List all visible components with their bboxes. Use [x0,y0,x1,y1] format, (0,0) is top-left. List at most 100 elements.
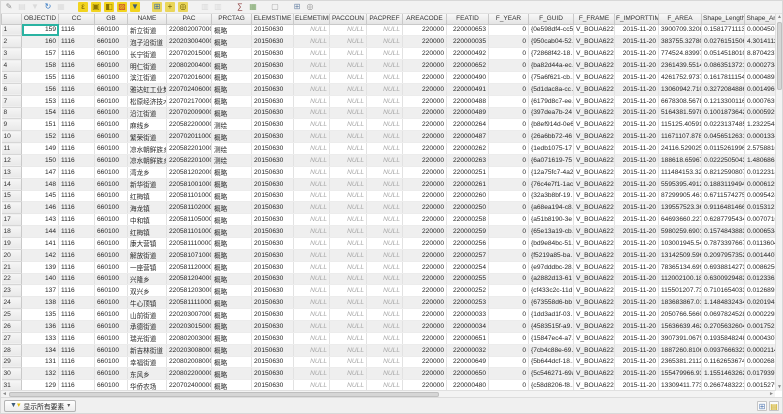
cell-pac[interactable]: 220203008000 [167,344,212,356]
cell-cc[interactable]: 1116 [59,154,95,166]
cell-gb[interactable]: 660100 [95,178,128,190]
cell-pacpref[interactable]: NULL [367,83,403,95]
column-header-shape_ar[interactable]: Shape_Ar [745,14,776,24]
column-header-gb[interactable]: GB [95,14,128,24]
cell-elemstime[interactable]: 20150630 [252,154,294,166]
cell-paccoun[interactable]: NULL [330,237,367,249]
cell-areacode[interactable]: 220000 [403,226,447,238]
cell-objectid[interactable]: 151 [22,119,59,131]
row-number[interactable]: 6 [2,83,22,95]
row-number[interactable]: 7 [2,95,22,107]
cell-f_frame[interactable]: V_BOUA6220… [574,178,615,190]
row-number[interactable]: 23 [2,285,22,297]
cell-f_guid[interactable]: {6179d8c7-ee… [529,95,574,107]
invert-selection-icon[interactable]: ◧ [104,2,114,12]
cell-f_area[interactable]: 183683867.01… [659,297,702,309]
cell-paccoun[interactable]: NULL [330,261,367,273]
cell-f_importtime[interactable]: 2015-11-20 [615,226,659,238]
cell-f_year[interactable]: 0 [489,48,529,60]
cell-prctag[interactable]: 概略 [212,95,252,107]
cell-pacpref[interactable]: NULL [367,297,403,309]
cell-prctag[interactable]: 概略 [212,320,252,332]
cell-pac[interactable]: 220581101000 [167,190,212,202]
cell-areacode[interactable]: 220000 [403,131,447,143]
cell-objectid[interactable]: 146 [22,202,59,214]
cell-f_year[interactable]: 0 [489,119,529,131]
cell-f_importtime[interactable]: 2015-11-20 [615,154,659,166]
cell-pacpref[interactable]: NULL [367,36,403,48]
column-header-f_frame[interactable]: F_FRAME [574,14,615,24]
cell-name[interactable]: 明仁街道 [128,60,167,72]
cell-shape_ar[interactable]: 0.00048982 [745,71,776,83]
cell-shape_ar[interactable]: 0.00076397 [745,95,776,107]
cell-f_guid[interactable]: {12a75fc7-4a2… [529,166,574,178]
cell-f_importtime[interactable]: 2015-11-20 [615,237,659,249]
column-header-areacode[interactable]: AREACODE [403,14,447,24]
cell-elemstime[interactable]: 20150630 [252,226,294,238]
cell-f_frame[interactable]: V_BOUA6220… [574,297,615,309]
cell-featid[interactable]: 220000257 [447,249,489,261]
cell-cc[interactable]: 1116 [59,285,95,297]
cell-cc[interactable]: 1116 [59,332,95,344]
cell-featid[interactable]: 220000264 [447,119,489,131]
cell-featid[interactable]: 220000256 [447,237,489,249]
cell-prctag[interactable]: 测绘 [212,119,252,131]
cell-name[interactable]: 山前街道 [128,309,167,321]
cell-shape_ar[interactable]: 0.00152795 [745,380,776,390]
cell-elemstime[interactable]: 20150630 [252,71,294,83]
cell-shape_ar[interactable]: 8.87042379 [745,48,776,60]
cell-f_year[interactable]: 0 [489,83,529,95]
cell-f_area[interactable]: 115501207.73… [659,285,702,297]
cell-paccoun[interactable]: NULL [330,202,367,214]
cell-f_year[interactable]: 0 [489,131,529,143]
cell-elemstime[interactable]: 20150630 [252,60,294,72]
cell-paccoun[interactable]: NULL [330,309,367,321]
cell-paccoun[interactable]: NULL [330,320,367,332]
cell-f_frame[interactable]: V_BOUA6220… [574,154,615,166]
cell-gb[interactable]: 660100 [95,154,128,166]
cell-elemetime[interactable]: NULL [294,95,330,107]
cell-pac[interactable]: 220203004000 [167,36,212,48]
cell-featid[interactable]: 220000251 [447,166,489,178]
cell-paccoun[interactable]: NULL [330,131,367,143]
cell-shape_length[interactable]: 0.02761515064… [702,36,745,48]
cell-f_year[interactable]: 0 [489,143,529,155]
cell-areacode[interactable]: 220000 [403,380,447,390]
cell-objectid[interactable]: 159 [22,24,59,36]
cell-pac[interactable]: 220203015000 [167,320,212,332]
cell-paccoun[interactable]: NULL [330,249,367,261]
cell-shape_length[interactable]: 0.0115261996… [702,143,745,155]
cell-f_year[interactable]: 0 [489,95,529,107]
cell-shape_length[interactable]: 0.1213300116… [702,95,745,107]
row-number[interactable]: 5 [2,71,22,83]
row-number[interactable]: 1 [2,24,22,36]
row-number[interactable]: 9 [2,119,22,131]
cell-areacode[interactable]: 220000 [403,143,447,155]
cell-f_area[interactable]: 64693660.227… [659,214,702,226]
cell-objectid[interactable]: 141 [22,237,59,249]
cell-prctag[interactable]: 概略 [212,24,252,36]
cell-f_area[interactable]: 78365134.699… [659,261,702,273]
dock-table-icon[interactable]: ▢ [270,2,280,12]
cell-shape_length[interactable]: 0.0937666323… [702,344,745,356]
cell-prctag[interactable]: 概略 [212,332,252,344]
cell-gb[interactable]: 660100 [95,190,128,202]
cell-featid[interactable]: 220000034 [447,320,489,332]
cell-shape_length[interactable]: 0.2097957352… [702,249,745,261]
cell-name[interactable]: 红梅镇 [128,190,167,202]
cell-f_area[interactable]: 13060942.710… [659,83,702,95]
cell-elemetime[interactable]: NULL [294,320,330,332]
delete-field-icon[interactable]: ▥ [213,2,223,12]
cell-elemstime[interactable]: 20150630 [252,178,294,190]
cell-f_year[interactable]: 0 [489,344,529,356]
conditional-formatting-icon[interactable]: ▦ [248,2,258,12]
column-header-paccoun[interactable]: PACCOUN [330,14,367,24]
column-header-f_year[interactable]: F_YEAR [489,14,529,24]
cell-featid[interactable]: 220000259 [447,226,489,238]
cell-pacpref[interactable]: NULL [367,143,403,155]
cell-cc[interactable]: 1116 [59,214,95,226]
cell-cc[interactable]: 1116 [59,273,95,285]
cell-pacpref[interactable]: NULL [367,332,403,344]
cell-elemstime[interactable]: 20150630 [252,119,294,131]
cell-areacode[interactable]: 220000 [403,83,447,95]
